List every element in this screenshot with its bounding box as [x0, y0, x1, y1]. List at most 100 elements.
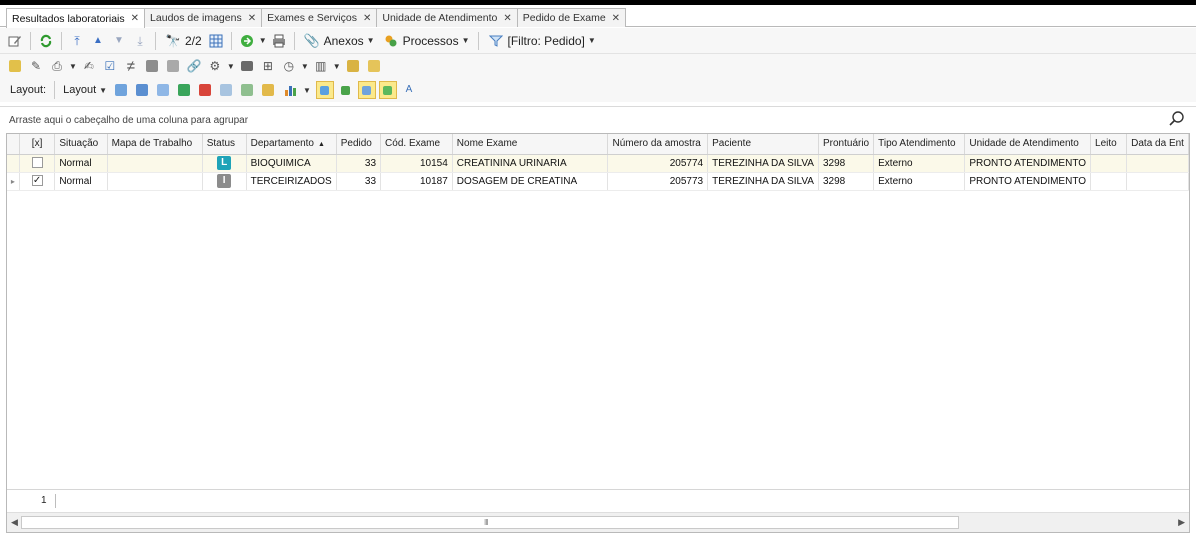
first-record-icon[interactable]: ⤒	[68, 32, 86, 50]
binoculars-icon: 🔭	[165, 33, 181, 48]
stop-gray-icon[interactable]	[143, 57, 161, 75]
binoculars-button[interactable]: 🔭 2/2	[162, 32, 204, 50]
print-icon[interactable]	[270, 32, 288, 50]
close-icon[interactable]: ✕	[503, 13, 511, 24]
grid-footer: 1	[7, 489, 1189, 511]
column-header-label: Prontuário	[822, 138, 870, 150]
toolbar-separator	[230, 31, 232, 50]
chevron-down-icon[interactable]: ▼	[333, 62, 341, 71]
export-dropdown-caret[interactable]: ▼	[259, 36, 267, 45]
sort-ascending-icon: ▲	[317, 141, 325, 149]
folder-icon[interactable]	[238, 57, 256, 75]
layout-excel-icon[interactable]	[238, 81, 256, 99]
row-indicator[interactable]	[7, 154, 20, 173]
column-header[interactable]	[7, 134, 20, 155]
last-record-icon[interactable]: ⤓	[131, 32, 149, 50]
horizontal-scrollbar[interactable]: ◀ III ▶	[7, 512, 1189, 532]
link-icon[interactable]: 🔗	[185, 57, 203, 75]
scroll-left-icon[interactable]: ◀	[11, 517, 18, 528]
sign-icon[interactable]: ✍	[80, 57, 98, 75]
cod-exame-cell: 10154	[380, 154, 453, 173]
column-header-label: Número da amostra	[612, 138, 701, 150]
column-header[interactable]: Mapa de Trabalho	[107, 134, 203, 155]
print-preview-icon[interactable]: ⎙	[48, 57, 66, 75]
clock-icon[interactable]: ◷	[280, 57, 298, 75]
row-checkbox[interactable]	[31, 157, 43, 169]
anexos-button[interactable]: 📎 Anexos ▼	[301, 32, 377, 50]
close-icon[interactable]: ✕	[612, 13, 620, 24]
column-header[interactable]: Prontuário	[818, 134, 875, 155]
tree-icon[interactable]: ⊞	[259, 57, 277, 75]
tab-2[interactable]: Exames e Serviços ✕	[261, 8, 378, 27]
column-header[interactable]: [x]	[19, 134, 56, 155]
edit-icon[interactable]	[6, 32, 24, 50]
column-header[interactable]: Cód. Exame	[380, 134, 453, 155]
layout-export-icon[interactable]	[175, 81, 193, 99]
view-mode-1-icon[interactable]	[315, 81, 334, 99]
close-icon[interactable]: ✕	[131, 13, 139, 24]
row-checkbox[interactable]: ✓	[31, 175, 43, 187]
view-mode-2-icon[interactable]	[337, 81, 355, 99]
layout-save-icon[interactable]	[112, 81, 130, 99]
column-header[interactable]: Tipo Atendimento	[873, 134, 966, 155]
document-yellow-icon[interactable]	[6, 57, 24, 75]
chevron-down-icon[interactable]: ▼	[69, 62, 77, 71]
tab-0[interactable]: Resultados laboratoriais ✕	[6, 8, 146, 28]
view-mode-3-icon[interactable]	[357, 81, 376, 99]
not-equal-icon[interactable]: ≠	[122, 57, 140, 75]
export-icon[interactable]	[238, 32, 256, 50]
table-row[interactable]: ▸ ✓ Normal I TERCEIRIZADOS 33 10187 DOSAGEM DE …	[7, 172, 1189, 191]
processos-button[interactable]: Processos ▼	[380, 32, 472, 50]
layout-grid-icon[interactable]	[217, 81, 235, 99]
paciente-cell: TEREZINHA DA SILVA	[707, 172, 819, 191]
toolbar-separator	[293, 31, 295, 50]
tab-4[interactable]: Pedido de Exame ✕	[516, 8, 627, 27]
close-icon[interactable]: ✕	[248, 13, 256, 24]
pencil-icon[interactable]: ✎	[27, 57, 45, 75]
column-header[interactable]: Pedido	[336, 134, 382, 155]
column-header[interactable]: Leito	[1090, 134, 1128, 155]
view-mode-4-icon[interactable]	[378, 81, 397, 99]
column-header[interactable]: Nome Exame	[452, 134, 609, 155]
previous-record-icon[interactable]: ▲	[89, 32, 107, 50]
table-row[interactable]: Normal L BIOQUIMICA 33 10154 CREATININA URINA…	[7, 154, 1189, 173]
report-icon[interactable]	[344, 57, 362, 75]
refresh-icon[interactable]	[37, 32, 55, 50]
tab-1[interactable]: Laudos de imagens ✕	[144, 8, 263, 27]
column-header-label: Tipo Atendimento	[878, 138, 956, 150]
next-record-icon[interactable]: ▼	[110, 32, 128, 50]
gear-icon[interactable]: ⚙	[206, 57, 224, 75]
stop-gray-icon[interactable]	[164, 57, 182, 75]
toolbar-separator	[30, 31, 31, 50]
layout-columns-icon[interactable]	[154, 81, 172, 99]
chevron-down-icon[interactable]: ▼	[301, 62, 309, 71]
column-header[interactable]: Número da amostra	[607, 134, 709, 155]
group-by-panel[interactable]: Arraste aqui o cabeçalho de uma coluna p…	[0, 106, 1196, 132]
chart-icon[interactable]: ▥	[312, 57, 330, 75]
scroll-right-icon[interactable]: ▶	[1178, 517, 1185, 528]
column-header[interactable]: Paciente	[707, 134, 819, 155]
column-header[interactable]: Status	[202, 134, 247, 155]
departamento-cell: BIOQUIMICA	[246, 154, 337, 173]
grid-view-icon[interactable]	[207, 32, 225, 50]
column-header[interactable]: Data da Ent	[1126, 134, 1189, 155]
tab-3[interactable]: Unidade de Atendimento ✕	[376, 8, 518, 27]
close-icon[interactable]: ✕	[363, 13, 371, 24]
layout-edit-icon[interactable]	[259, 81, 277, 99]
column-header[interactable]: Situação	[54, 134, 108, 155]
layout-home-icon[interactable]	[196, 81, 214, 99]
chart-button[interactable]: ▼	[280, 81, 313, 99]
scrollbar-thumb[interactable]: III	[21, 516, 959, 529]
report-alt-icon[interactable]	[365, 57, 383, 75]
layout-menu-button[interactable]: Layout ▼	[61, 84, 109, 96]
search-icon[interactable]	[1168, 110, 1186, 128]
bar-chart-icon	[282, 81, 300, 99]
font-icon[interactable]: A	[400, 81, 418, 99]
check-box-icon[interactable]: ☑	[101, 57, 119, 75]
chevron-down-icon[interactable]: ▼	[227, 62, 235, 71]
layout-load-icon[interactable]	[133, 81, 151, 99]
row-indicator[interactable]: ▸	[7, 172, 20, 191]
column-header[interactable]: Unidade de Atendimento	[964, 134, 1092, 155]
column-header[interactable]: Departamento ▲	[246, 134, 337, 155]
filter-button[interactable]: [Filtro: Pedido] ▼	[485, 32, 598, 50]
